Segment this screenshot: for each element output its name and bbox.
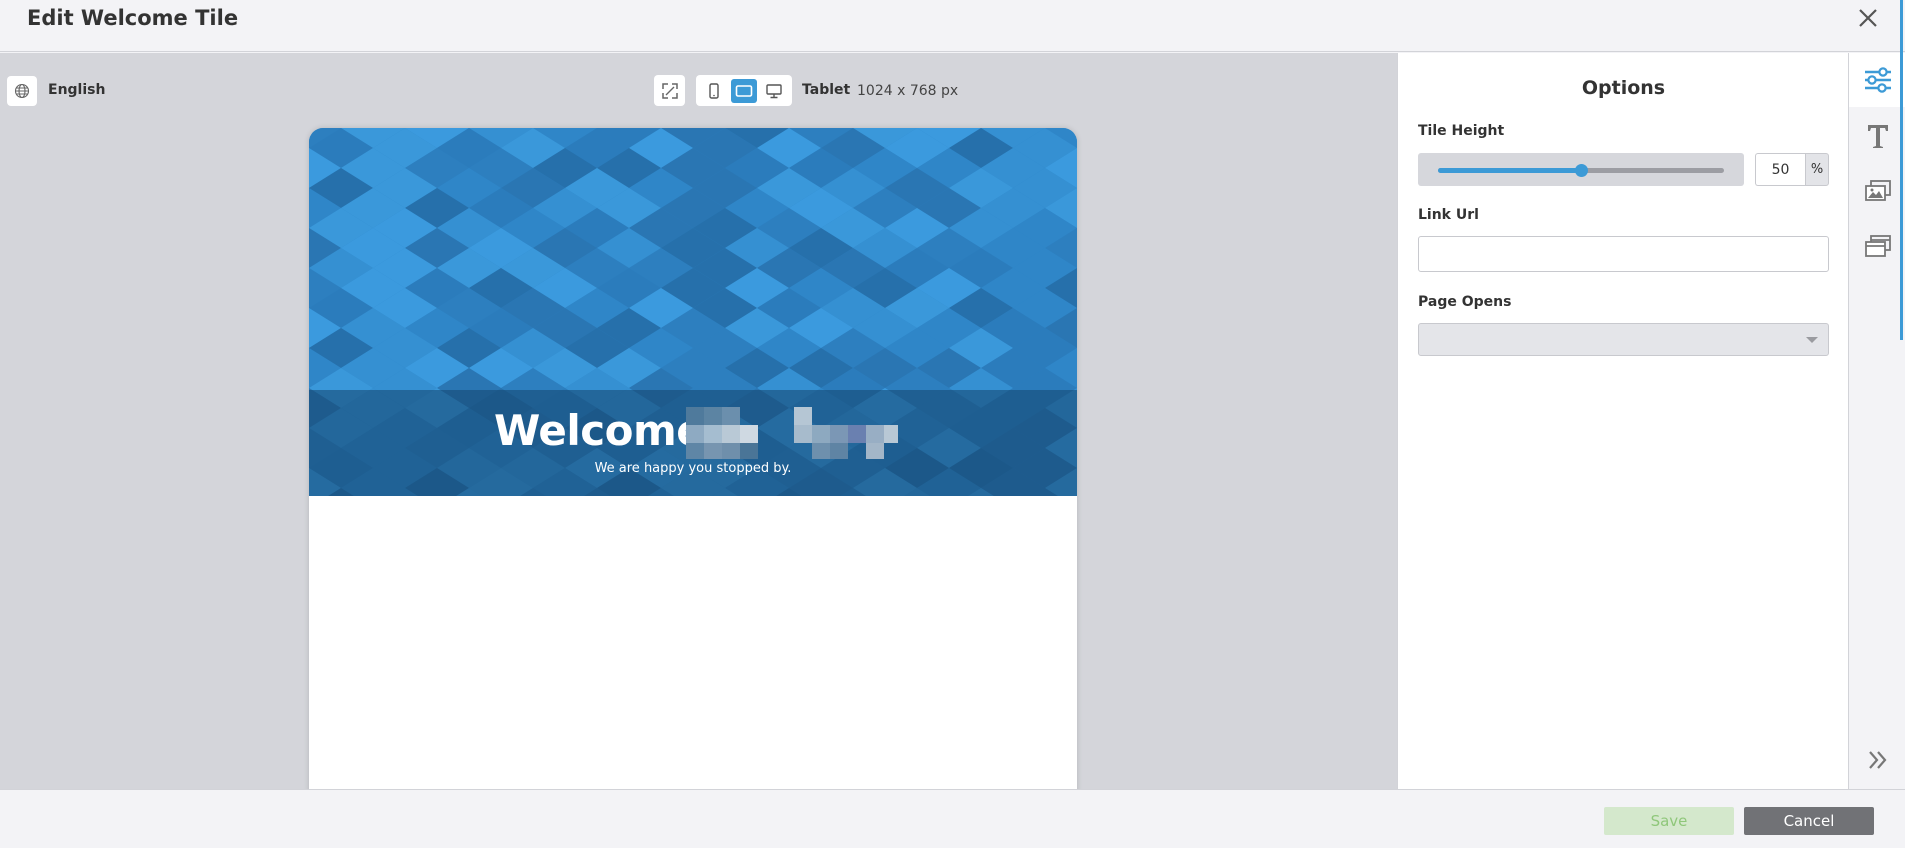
image-icon bbox=[1864, 180, 1891, 201]
phone-icon bbox=[709, 82, 719, 99]
close-icon bbox=[1859, 9, 1877, 27]
rail-text-button[interactable] bbox=[1849, 109, 1905, 163]
save-button[interactable]: Save bbox=[1604, 807, 1734, 835]
tablet-icon bbox=[735, 84, 753, 97]
language-button[interactable] bbox=[7, 76, 37, 106]
options-icon bbox=[1864, 67, 1891, 93]
desktop-icon bbox=[766, 83, 782, 98]
globe-icon bbox=[14, 83, 30, 99]
welcome-tile-preview: Welcome, We are happy you stopped by. bbox=[309, 128, 1077, 789]
link-url-label: Link Url bbox=[1418, 207, 1479, 223]
device-size: 1024 x 768 px bbox=[857, 83, 959, 99]
redacted-name bbox=[686, 407, 898, 459]
scrollbar[interactable] bbox=[1900, 0, 1903, 340]
page-opens-label: Page Opens bbox=[1418, 294, 1512, 310]
side-rail bbox=[1848, 53, 1905, 789]
double-chevron-right-icon bbox=[1868, 751, 1886, 769]
dialog-footer: Save Cancel bbox=[0, 789, 1905, 848]
slider-fill bbox=[1438, 168, 1581, 173]
slider-track bbox=[1438, 164, 1724, 177]
rail-options-button[interactable] bbox=[1849, 53, 1905, 107]
panel-title: Options bbox=[1581, 77, 1666, 99]
dialog-header: Edit Welcome Tile bbox=[0, 0, 1905, 52]
desktop-button[interactable] bbox=[761, 79, 787, 103]
text-icon bbox=[1867, 125, 1888, 148]
expand-icon bbox=[661, 82, 678, 99]
collapse-panel-button[interactable] bbox=[1849, 733, 1905, 787]
tablet-button[interactable] bbox=[731, 78, 757, 103]
preview-area: English Tablet 1024 x 768 px Welcome, We… bbox=[0, 53, 1397, 789]
language-label[interactable]: English bbox=[48, 82, 105, 98]
page-opens-select[interactable] bbox=[1418, 323, 1829, 356]
caret-down-icon bbox=[1806, 337, 1818, 343]
percent-unit: % bbox=[1805, 153, 1829, 186]
phone-button[interactable] bbox=[701, 79, 727, 103]
device-switcher bbox=[696, 75, 792, 106]
link-url-input[interactable] bbox=[1418, 236, 1829, 272]
tile-height-label: Tile Height bbox=[1418, 123, 1505, 139]
gallery-icon bbox=[1864, 235, 1891, 257]
close-button[interactable] bbox=[1854, 4, 1882, 32]
tile-height-slider[interactable] bbox=[1418, 153, 1744, 186]
rail-image-button[interactable] bbox=[1849, 164, 1905, 218]
rail-gallery-button[interactable] bbox=[1849, 219, 1905, 273]
fit-screen-button[interactable] bbox=[654, 75, 685, 106]
tile-height-input[interactable] bbox=[1755, 153, 1805, 186]
device-name: Tablet bbox=[802, 82, 851, 98]
cancel-button[interactable]: Cancel bbox=[1744, 807, 1874, 835]
slider-handle[interactable] bbox=[1575, 164, 1588, 177]
options-panel: Options Tile Height % Link Url Page Open… bbox=[1397, 53, 1848, 789]
dialog-title: Edit Welcome Tile bbox=[27, 6, 239, 30]
welcome-subtitle: We are happy you stopped by. bbox=[594, 461, 792, 476]
tile-caption: Welcome, We are happy you stopped by. bbox=[309, 390, 1077, 496]
